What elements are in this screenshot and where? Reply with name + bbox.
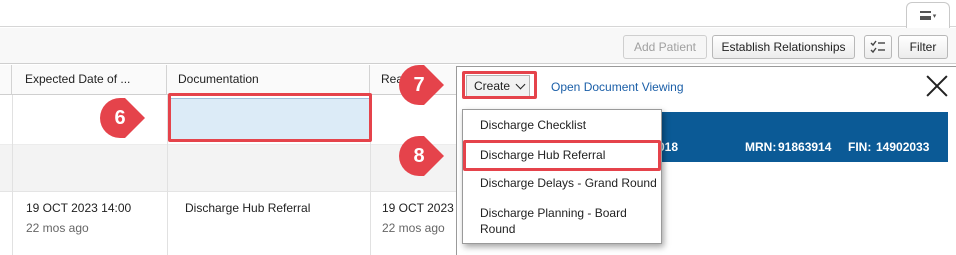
open-document-viewing-link[interactable]: Open Document Viewing: [551, 80, 684, 94]
fin-value: 14902033: [876, 140, 930, 154]
table-row[interactable]: [0, 145, 460, 192]
caret-down-icon: ▾: [932, 12, 937, 20]
establish-relationships-button[interactable]: Establish Relationships: [712, 35, 855, 59]
menu-dropdown-button[interactable]: ▾: [906, 2, 950, 28]
checklist-icon: [870, 40, 885, 54]
menu-item-discharge-planning-board-round-cont[interactable]: Round: [480, 222, 515, 236]
callout-number: 6: [114, 106, 126, 129]
column-header-documentation[interactable]: Documentation: [167, 65, 370, 95]
expected-date-relative: 22 mos ago: [26, 221, 89, 235]
mrn-label: MRN:: [745, 140, 777, 154]
toolbar: Add Patient Establish Relationships Filt…: [0, 28, 956, 64]
menu-item-discharge-planning-board-round[interactable]: Discharge Planning - Board: [480, 206, 627, 220]
hamburger-menu-icon: [919, 11, 931, 20]
callout-marker-7: 7: [399, 63, 444, 107]
ready-date-relative: 22 mos ago: [382, 221, 445, 235]
expected-date-value: 19 OCT 2023 14:00: [26, 201, 132, 215]
documentation-value[interactable]: Discharge Hub Referral: [185, 201, 310, 215]
callout-marker-6: 6: [100, 96, 145, 140]
callout-number: 8: [413, 144, 425, 167]
create-dropdown-menu: Discharge Checklist Discharge Hub Referr…: [462, 109, 662, 244]
callout-marker-8: 8: [399, 134, 444, 178]
highlight-documentation-cell: [168, 93, 372, 142]
column-divider: [12, 95, 13, 255]
ready-date-value: 19 OCT 2023: [382, 201, 454, 215]
close-icon[interactable]: [925, 74, 949, 98]
column-header-expected-date[interactable]: Expected Date of ...: [12, 65, 167, 95]
callout-number: 7: [413, 73, 425, 96]
highlight-create-button: [462, 71, 537, 99]
top-tab-strip: ▾: [0, 0, 956, 28]
menu-item-discharge-delays-grand-round[interactable]: Discharge Delays - Grand Round: [480, 176, 657, 190]
fin-label: FIN:: [848, 140, 872, 154]
highlight-discharge-hub-referral: [463, 140, 661, 171]
mrn-value: 91863914: [778, 140, 832, 154]
filter-button[interactable]: Filter: [898, 35, 948, 59]
add-patient-button[interactable]: Add Patient: [623, 35, 707, 59]
column-header-left-stub[interactable]: [0, 65, 12, 95]
checklist-button[interactable]: [864, 35, 892, 59]
menu-item-discharge-checklist[interactable]: Discharge Checklist: [480, 118, 586, 132]
